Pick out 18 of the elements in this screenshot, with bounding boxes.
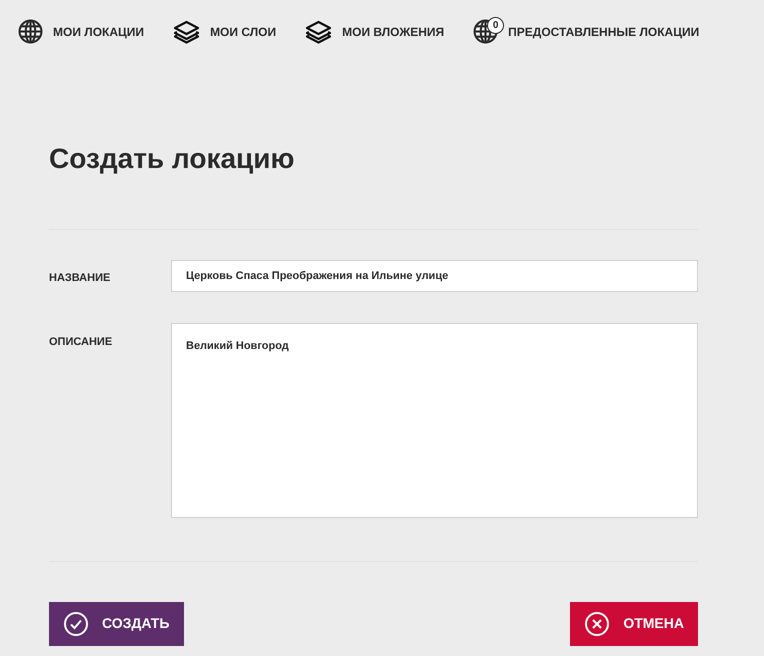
nav-link[interactable]: МОИ ЛОКАЦИИ bbox=[18, 19, 144, 44]
create-button[interactable]: СОЗДАТЬ bbox=[49, 602, 184, 646]
nav-link[interactable]: МОИ СЛОИ bbox=[173, 19, 276, 44]
field-label: НАЗВАНИЕ bbox=[49, 270, 112, 286]
nav-link[interactable]: 0 ПРЕДОСТАВЛЕННЫЕ ЛОКАЦИИ bbox=[473, 19, 700, 44]
globe-icon bbox=[18, 19, 43, 44]
field-label: ОПИСАНИЕ bbox=[49, 334, 114, 350]
layers-icon bbox=[305, 20, 332, 44]
close-icon bbox=[585, 612, 610, 636]
check-icon bbox=[64, 612, 88, 636]
count-badge: 0 bbox=[487, 17, 504, 34]
cancel-button[interactable]: ОТМЕНА bbox=[570, 602, 698, 646]
name-field[interactable]: Церковь Спаса Преображения на Ильине улице bbox=[171, 260, 698, 292]
nav-link[interactable]: МОИ ВЛОЖЕНИЯ bbox=[305, 19, 444, 44]
description-field[interactable]: Великий Новгород bbox=[171, 322, 698, 518]
layers-icon bbox=[173, 20, 200, 44]
page-title: Создать локацию bbox=[49, 142, 296, 176]
globe-icon bbox=[473, 19, 498, 44]
